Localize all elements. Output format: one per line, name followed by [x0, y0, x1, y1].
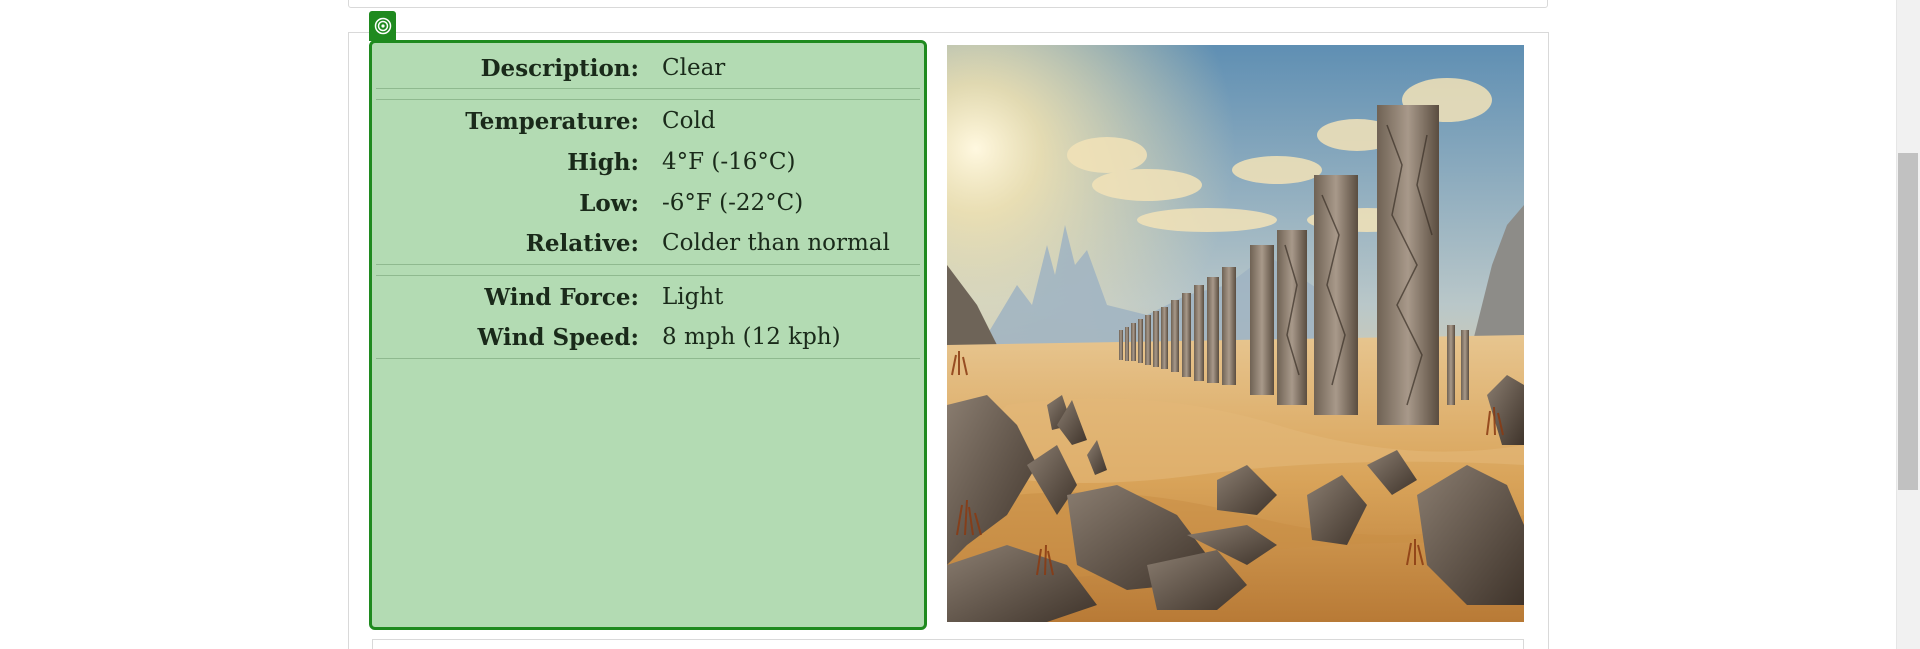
desert-pillars-illustration [947, 45, 1524, 622]
weather-panel: Description: Clear Temperature: Cold Hig… [369, 40, 927, 630]
high-label: High: [567, 148, 639, 176]
landscape-image [947, 45, 1524, 622]
description-label: Description: [480, 54, 639, 82]
weather-row-description: Description: Clear [372, 50, 924, 86]
low-label: Low: [579, 189, 639, 217]
scrollbar-thumb[interactable] [1898, 153, 1918, 490]
previous-card [348, 0, 1548, 8]
weather-row-high: High: 4°F (-16°C) [372, 144, 924, 180]
section-divider [376, 358, 920, 359]
section-divider [376, 264, 920, 276]
section-divider [376, 88, 920, 100]
weather-row-temperature: Temperature: Cold [372, 103, 924, 139]
temperature-label: Temperature: [465, 107, 639, 135]
weather-row-low: Low: -6°F (-22°C) [372, 185, 924, 221]
description-value: Clear [662, 55, 726, 81]
wind-speed-label: Wind Speed: [477, 323, 639, 351]
weather-row-wind-force: Wind Force: Light [372, 279, 924, 315]
wind-force-value: Light [662, 284, 724, 310]
wind-force-label: Wind Force: [484, 283, 639, 311]
target-icon[interactable] [369, 11, 396, 41]
weather-row-relative: Relative: Colder than normal [372, 225, 924, 261]
low-value: -6°F (-22°C) [662, 190, 804, 216]
relative-label: Relative: [525, 229, 639, 257]
weather-row-wind-speed: Wind Speed: 8 mph (12 kph) [372, 319, 924, 355]
relative-value: Colder than normal [662, 230, 890, 256]
high-value: 4°F (-16°C) [662, 149, 796, 175]
next-card [372, 639, 1524, 649]
page: Description: Clear Temperature: Cold Hig… [0, 0, 1920, 649]
temperature-value: Cold [662, 108, 716, 134]
wind-speed-value: 8 mph (12 kph) [662, 324, 841, 350]
